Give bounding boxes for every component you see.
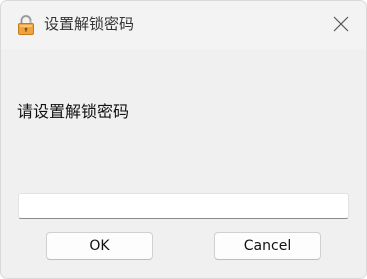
ok-button[interactable]: OK bbox=[46, 232, 153, 260]
password-input[interactable] bbox=[18, 193, 349, 219]
cancel-button[interactable]: Cancel bbox=[214, 232, 321, 260]
prompt-label: 请设置解锁密码 bbox=[17, 102, 130, 121]
close-button[interactable] bbox=[319, 5, 363, 43]
window-title: 设置解锁密码 bbox=[44, 15, 135, 33]
unlock-password-dialog: 设置解锁密码 请设置解锁密码 OK Cancel bbox=[0, 0, 367, 279]
title-bar[interactable]: 设置解锁密码 bbox=[1, 1, 366, 49]
padlock-icon bbox=[17, 14, 35, 36]
close-icon bbox=[333, 16, 349, 32]
